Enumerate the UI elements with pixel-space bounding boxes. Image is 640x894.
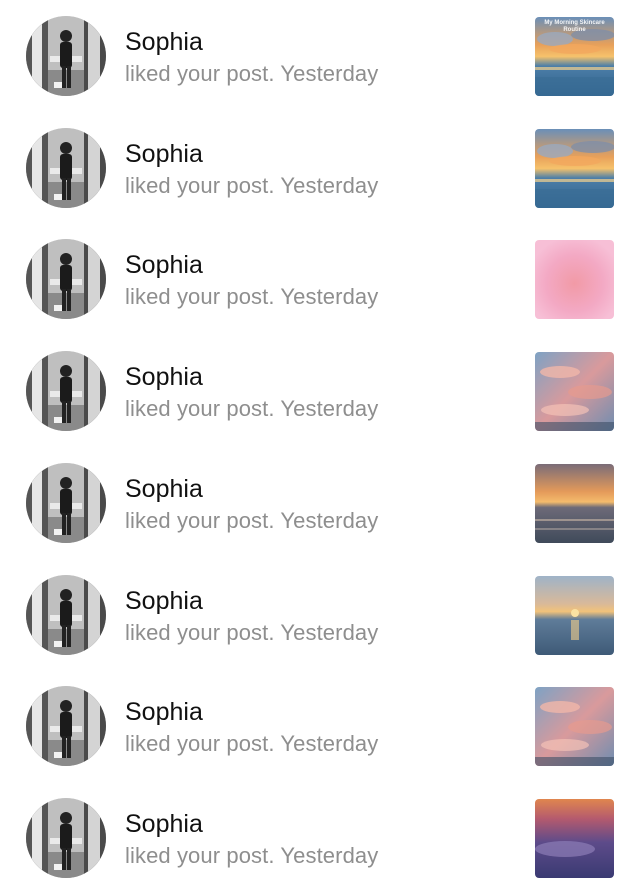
username[interactable]: Sophia	[125, 585, 203, 617]
notification-time: Yesterday	[280, 396, 379, 422]
post-thumbnail[interactable]	[535, 687, 614, 767]
notification-action: liked your post.	[125, 61, 275, 86]
user-avatar[interactable]	[26, 351, 106, 432]
notification-action: liked your post.	[125, 731, 275, 757]
user-avatar[interactable]	[26, 797, 106, 878]
username[interactable]: Sophia	[125, 808, 203, 840]
notification-time: Yesterday	[280, 842, 379, 868]
user-avatar[interactable]	[26, 686, 106, 767]
notification-action: liked your post.	[125, 284, 275, 310]
post-thumbnail[interactable]: My Morning Skincare Routine	[535, 17, 614, 96]
user-avatar[interactable]	[26, 574, 106, 655]
thumbnail-caption: My Morning Skincare Routine	[544, 20, 605, 33]
notification-time: Yesterday	[280, 619, 379, 645]
notification-action: liked your post.	[125, 507, 275, 533]
username[interactable]: Sophia	[125, 249, 203, 281]
notification-text: liked your post. Yesterday	[125, 729, 378, 759]
notification-row[interactable]: Sophia liked your post. Yesterday	[0, 782, 640, 894]
username[interactable]: Sophia	[125, 696, 203, 728]
post-thumbnail[interactable]	[535, 352, 614, 432]
notification-time: Yesterday	[280, 731, 379, 757]
notification-text: liked your post. Yesterday	[125, 282, 378, 312]
user-avatar[interactable]	[26, 239, 106, 320]
notification-row[interactable]: Sophia liked your post. Yesterday	[0, 223, 640, 335]
notification-time: Yesterday	[280, 172, 379, 198]
notification-row[interactable]: Sophia liked your post. Yesterday	[0, 670, 640, 782]
notification-row[interactable]: Sophia liked your post. Yesterday	[0, 559, 640, 671]
notification-text: liked your post. Yesterday	[125, 618, 378, 648]
notification-text: liked your post. Yesterday	[125, 394, 378, 424]
post-thumbnail[interactable]	[535, 463, 614, 543]
post-thumbnail[interactable]	[535, 575, 614, 655]
notification-time: Yesterday	[280, 61, 379, 86]
post-thumbnail[interactable]	[535, 240, 614, 320]
username[interactable]: Sophia	[125, 473, 203, 505]
username[interactable]: Sophia	[125, 26, 203, 58]
notification-action: liked your post.	[125, 396, 275, 422]
post-thumbnail[interactable]	[535, 128, 614, 208]
notification-text: liked your post. Yesterday	[125, 59, 378, 89]
user-avatar[interactable]	[26, 16, 106, 96]
user-avatar[interactable]	[26, 462, 106, 543]
username[interactable]: Sophia	[125, 138, 203, 170]
notification-time: Yesterday	[280, 284, 379, 310]
notification-action: liked your post.	[125, 842, 275, 868]
notification-text: liked your post. Yesterday	[125, 506, 378, 536]
user-avatar[interactable]	[26, 127, 106, 208]
notification-text: liked your post. Yesterday	[125, 171, 378, 201]
notification-action: liked your post.	[125, 172, 275, 198]
notification-row[interactable]: Sophia liked your post. Yesterday My Morn…	[0, 0, 640, 112]
notification-row[interactable]: Sophia liked your post. Yesterday	[0, 335, 640, 447]
post-thumbnail[interactable]	[535, 798, 614, 878]
notification-row[interactable]: Sophia liked your post. Yesterday	[0, 112, 640, 224]
notification-time: Yesterday	[280, 507, 379, 533]
username[interactable]: Sophia	[125, 361, 203, 393]
notification-row[interactable]: Sophia liked your post. Yesterday	[0, 447, 640, 559]
notification-action: liked your post.	[125, 619, 275, 645]
